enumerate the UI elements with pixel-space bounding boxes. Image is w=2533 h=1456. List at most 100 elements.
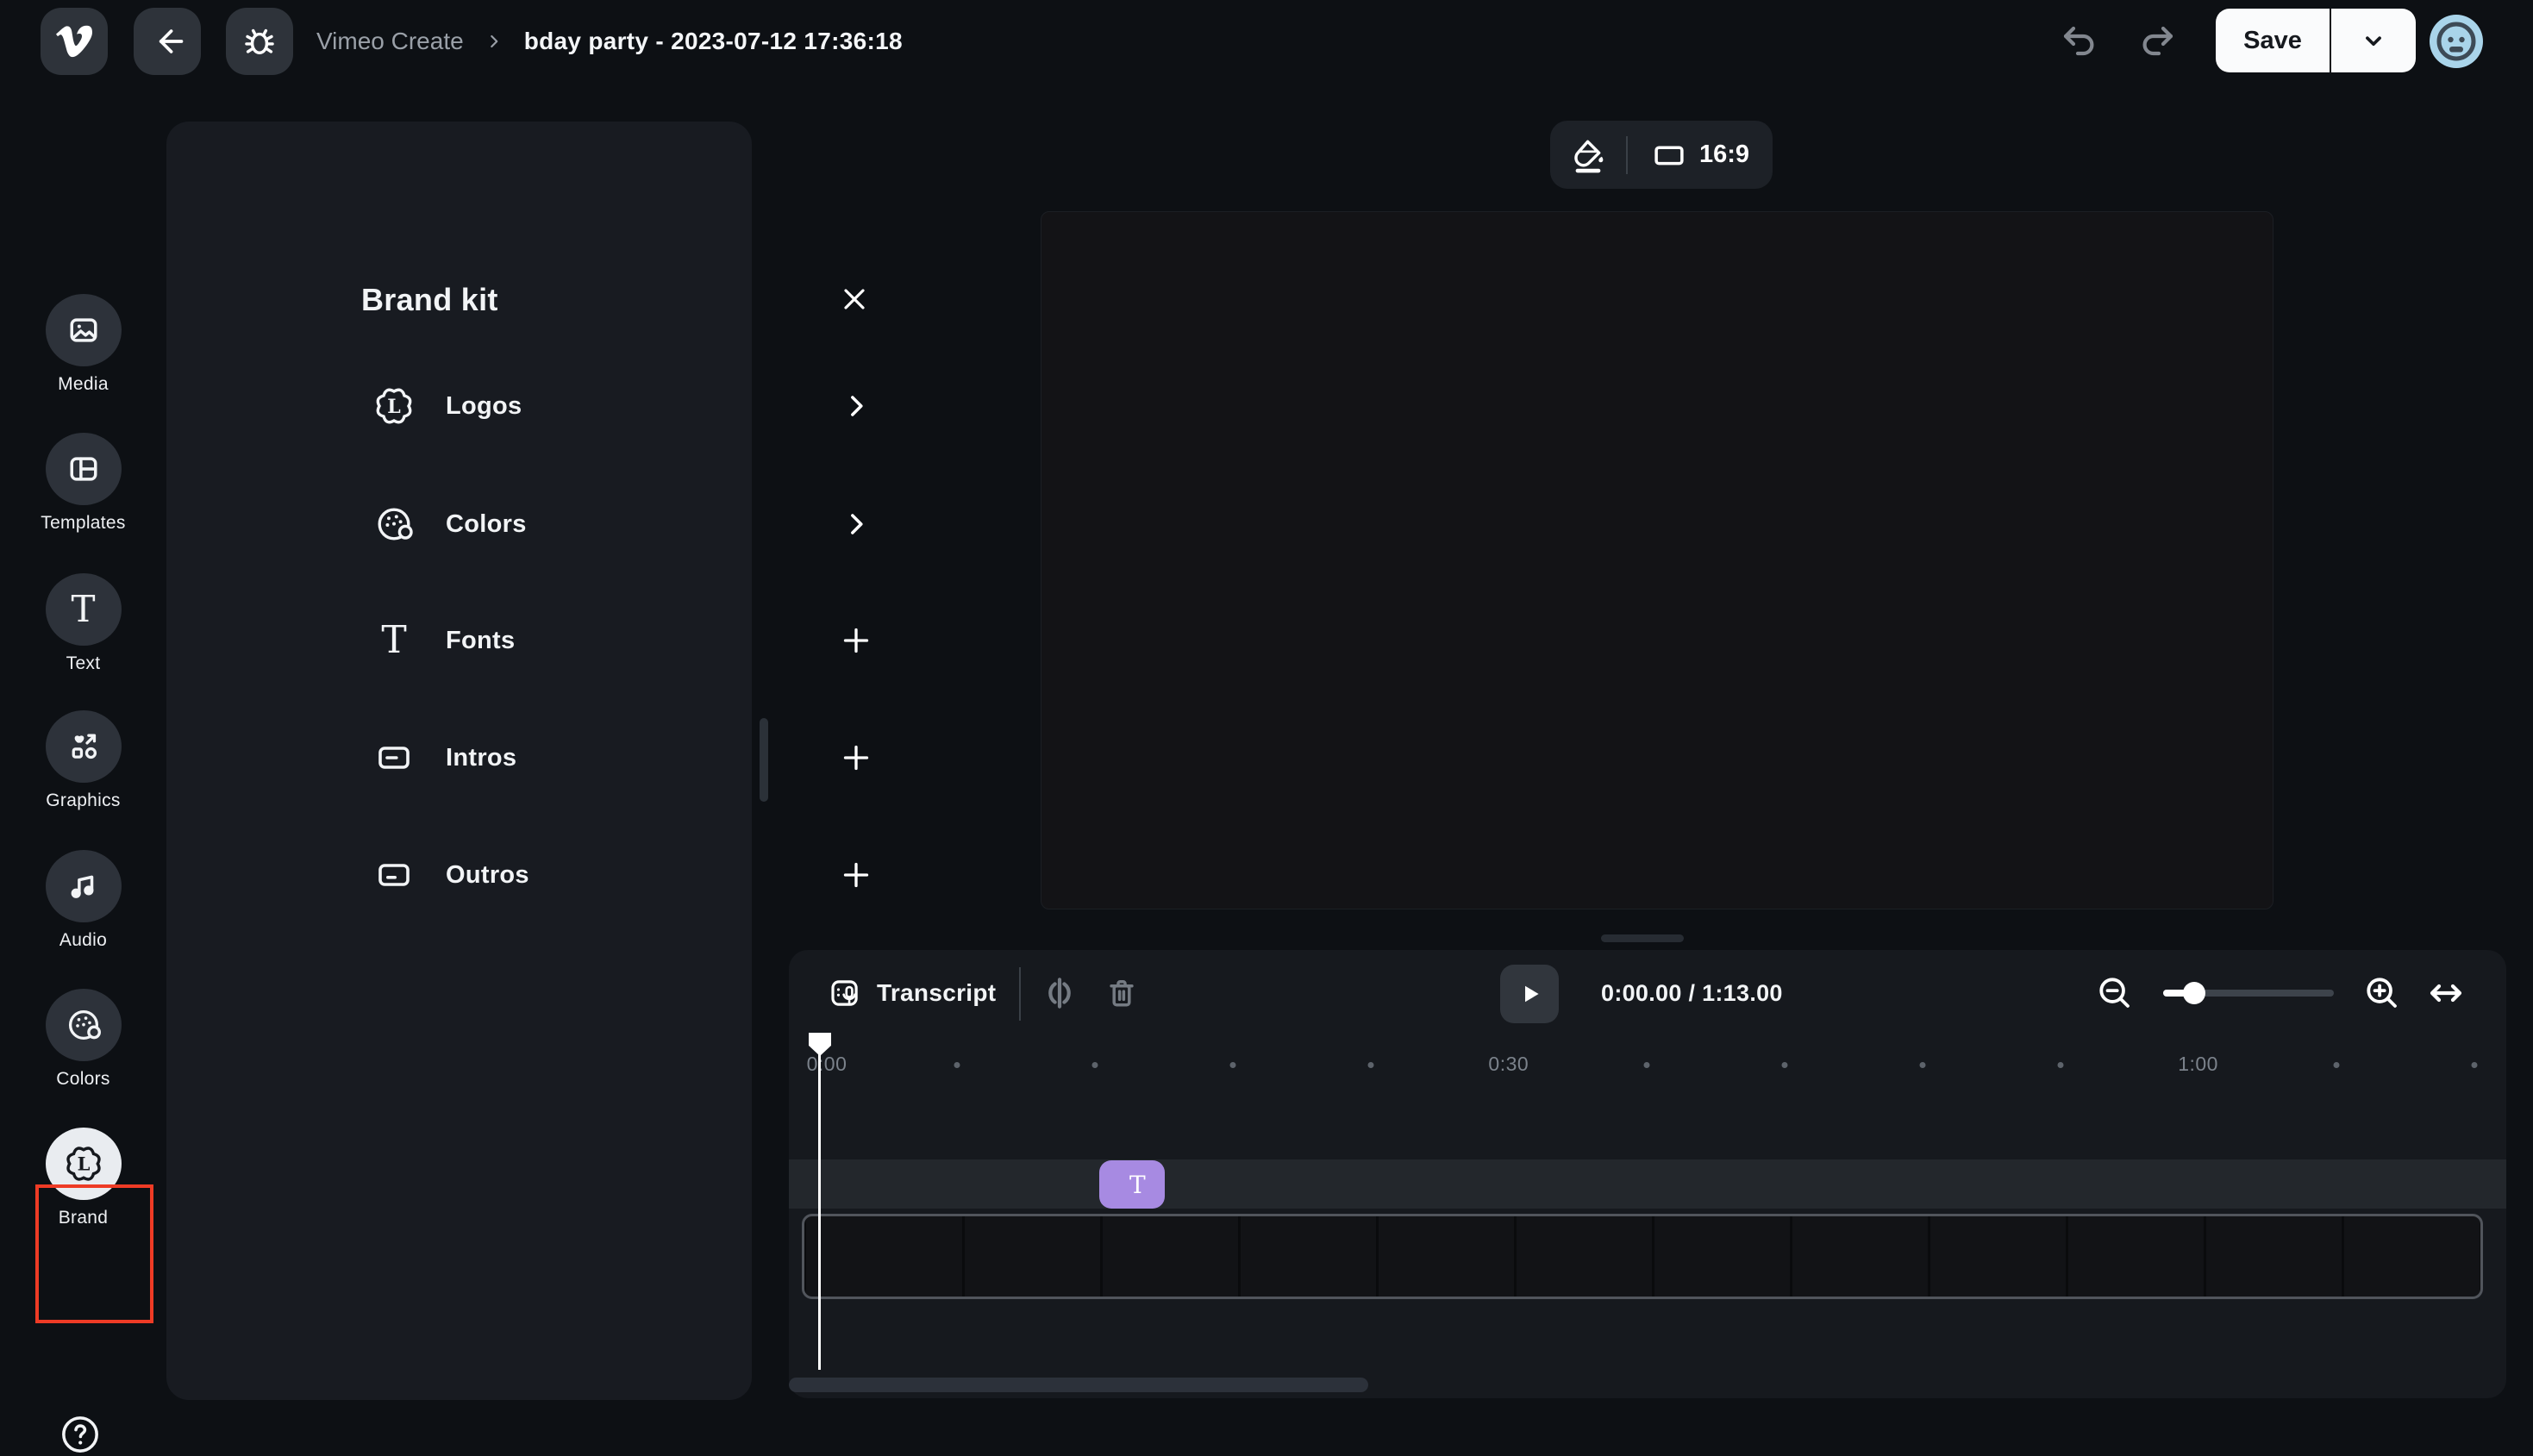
vimeo-logo-button[interactable] — [41, 8, 108, 75]
brand-item-logos[interactable]: L Logos — [361, 378, 879, 434]
close-icon — [837, 282, 872, 316]
audio-icon — [65, 867, 103, 905]
video-track[interactable] — [802, 1214, 2483, 1299]
left-sidebar: Media Templates T Text Graphics Audio Co… — [0, 82, 166, 1426]
sidebar-label: Graphics — [0, 790, 166, 811]
aspect-ratio-button[interactable]: 16:9 — [1628, 137, 1773, 173]
ruler-dot — [2057, 1062, 2063, 1068]
sidebar-item-audio[interactable]: Audio — [0, 850, 166, 951]
canvas-toolbar: 16:9 — [1550, 121, 1773, 189]
transcript-label: Transcript — [877, 979, 996, 1007]
brand-item-fonts[interactable]: T Fonts — [361, 613, 879, 668]
delete-clip-button[interactable] — [1099, 971, 1144, 1015]
slider-thumb[interactable] — [2183, 982, 2205, 1004]
text-clip-label: T A — [1099, 1171, 1165, 1199]
intro-card-icon — [373, 737, 415, 778]
breadcrumb: Vimeo Create bday party - 2023-07-12 17:… — [316, 0, 903, 82]
palette-icon — [65, 1006, 103, 1044]
sidebar-label: Brand — [0, 1208, 166, 1228]
chevron-right-icon — [839, 507, 873, 541]
brand-item-colors[interactable]: Colors — [361, 497, 879, 552]
ruler-dot — [1229, 1062, 1235, 1068]
canvas-drag-handle[interactable] — [1601, 934, 1684, 942]
text-track[interactable] — [789, 1159, 2506, 1209]
brand-kit-panel: Brand kit L Logos Colors T Fonts — [166, 122, 752, 1400]
project-title: bday party - 2023-07-12 17:36:18 — [524, 28, 903, 55]
video-preview-canvas[interactable] — [1041, 211, 2273, 909]
sidebar-item-graphics[interactable]: Graphics — [0, 710, 166, 811]
timeline-horizontal-scrollbar[interactable] — [789, 1378, 1368, 1392]
sidebar-label: Templates — [0, 513, 166, 534]
back-button[interactable] — [134, 8, 201, 75]
ruler-label: 0:00 — [807, 1053, 847, 1076]
transcript-icon — [827, 975, 863, 1011]
sidebar-item-colors[interactable]: Colors — [0, 989, 166, 1090]
avatar[interactable] — [2430, 15, 2483, 68]
ruler-label: 0:30 — [1488, 1053, 1529, 1076]
save-options-button[interactable] — [2330, 9, 2416, 72]
sidebar-item-text[interactable]: T Text — [0, 573, 166, 674]
fit-timeline-button[interactable] — [2424, 971, 2468, 1015]
save-split-button: Save — [2216, 9, 2416, 72]
zoom-in-icon — [2362, 973, 2402, 1013]
time-display: 0:00.00 / 1:13.00 — [1601, 950, 1783, 1036]
font-t-icon: T — [373, 620, 415, 661]
brand-item-label: Intros — [446, 744, 516, 772]
sidebar-label: Media — [0, 374, 166, 395]
brand-item-label: Logos — [446, 392, 522, 421]
ruler-dot — [1091, 1062, 1098, 1068]
controls-divider — [1019, 967, 1021, 1021]
redo-button[interactable] — [2133, 17, 2181, 66]
undo-button[interactable] — [2055, 17, 2104, 66]
vimeo-logo-icon — [56, 23, 92, 59]
ruler-dot — [2333, 1062, 2339, 1068]
play-button[interactable] — [1500, 965, 1559, 1023]
breadcrumb-app[interactable]: Vimeo Create — [316, 28, 464, 55]
text-clip[interactable]: T A — [1099, 1160, 1165, 1209]
templates-icon — [65, 450, 103, 488]
aspect-ratio-value: 16:9 — [1699, 141, 1749, 169]
help-button[interactable] — [59, 1413, 102, 1456]
graphics-icon — [65, 728, 103, 765]
sidebar-label: Audio — [0, 930, 166, 951]
panel-title: Brand kit — [361, 282, 498, 318]
frame-icon — [1651, 137, 1687, 173]
smiley-face-icon — [2430, 15, 2483, 68]
transcript-button[interactable]: Transcript — [827, 965, 996, 1021]
play-icon — [1515, 979, 1544, 1009]
split-icon — [1039, 972, 1080, 1014]
svg-text:L: L — [387, 396, 400, 418]
bug-icon — [241, 22, 278, 60]
sidebar-item-brand[interactable]: L Brand — [0, 1128, 166, 1228]
media-icon — [65, 311, 103, 349]
svg-text:L: L — [77, 1153, 90, 1175]
text-icon: T — [71, 591, 95, 628]
paint-bucket-icon — [1568, 135, 1608, 175]
breadcrumb-chevron-icon — [483, 30, 505, 53]
trash-icon — [1103, 974, 1141, 1012]
undo-icon — [2059, 21, 2100, 62]
sidebar-item-templates[interactable]: Templates — [0, 433, 166, 534]
zoom-in-button[interactable] — [2360, 971, 2405, 1015]
sidebar-item-media[interactable]: Media — [0, 294, 166, 395]
panel-resize-handle[interactable] — [760, 718, 768, 802]
ruler-dot — [1367, 1062, 1373, 1068]
close-panel-button[interactable] — [837, 282, 872, 316]
sidebar-label: Colors — [0, 1069, 166, 1090]
brand-item-intros[interactable]: Intros — [361, 730, 879, 785]
question-mark-icon — [59, 1413, 102, 1456]
debug-button[interactable] — [226, 8, 293, 75]
split-clip-button[interactable] — [1037, 971, 1082, 1015]
playhead-line — [818, 1053, 821, 1370]
plus-icon — [839, 623, 873, 658]
expand-horizontal-icon — [2425, 972, 2467, 1014]
timeline-ruler[interactable]: 0:000:301:00 — [789, 1041, 2506, 1093]
ruler-dot — [1781, 1062, 1787, 1068]
timeline-zoom-slider[interactable] — [2163, 990, 2334, 997]
save-button[interactable]: Save — [2216, 9, 2330, 72]
brand-item-outros[interactable]: Outros — [361, 847, 879, 903]
brand-item-label: Outros — [446, 861, 529, 890]
background-fill-button[interactable] — [1550, 121, 1626, 189]
arrow-left-icon — [148, 22, 186, 60]
zoom-out-button[interactable] — [2092, 971, 2137, 1015]
